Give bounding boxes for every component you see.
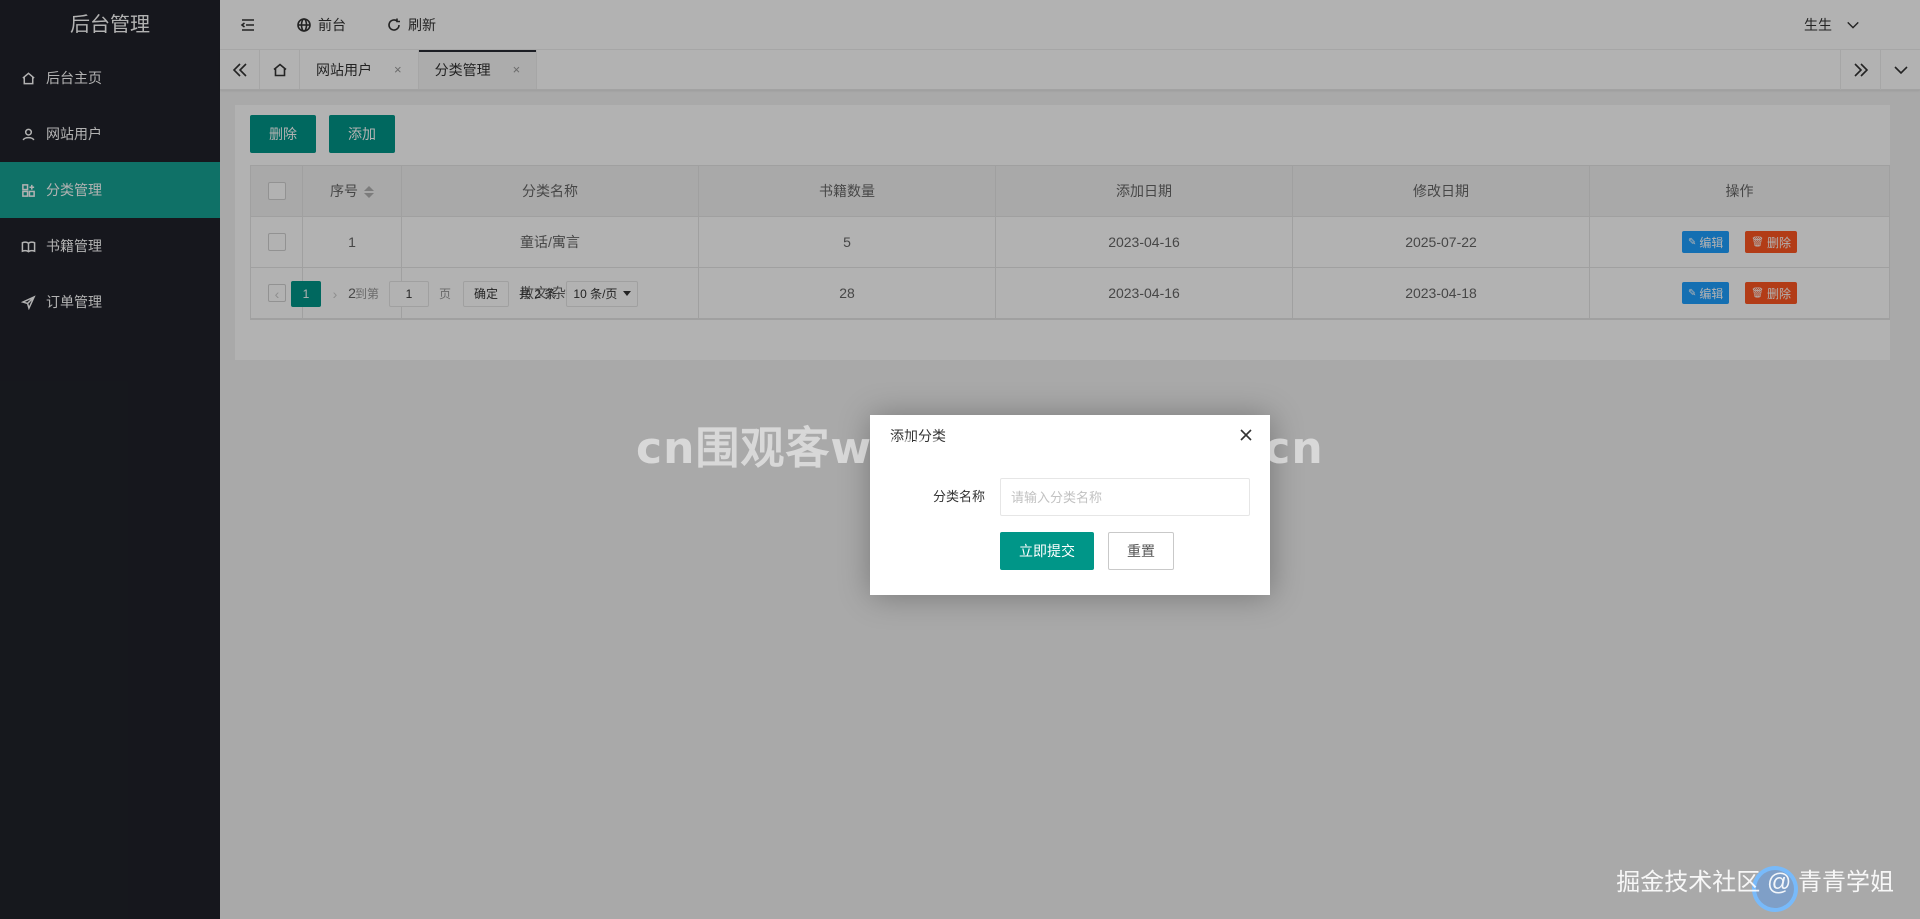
category-name-input[interactable] (1000, 478, 1250, 516)
form-row-category-name: 分类名称 (870, 478, 1270, 516)
category-name-label: 分类名称 (932, 489, 985, 504)
corner-watermark: 掘金技术社区 @ 青青学姐 (1616, 869, 1894, 896)
reset-button[interactable]: 重置 (1108, 532, 1174, 570)
center-watermark: cn围观客www.weiguanke.cn (636, 423, 1324, 474)
submit-button[interactable]: 立即提交 (1000, 532, 1094, 570)
